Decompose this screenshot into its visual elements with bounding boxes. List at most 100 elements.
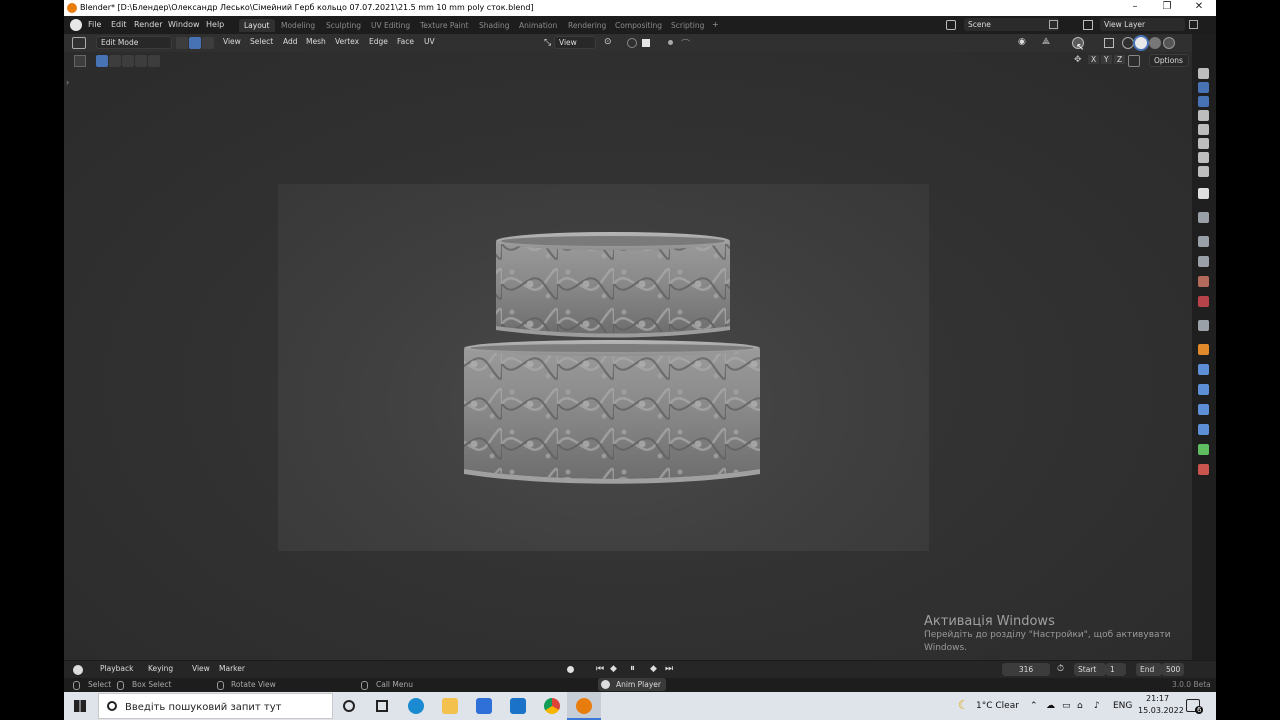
store-icon[interactable] [476,698,492,714]
xray-icon[interactable] [1104,38,1114,48]
edge-select-icon[interactable] [189,37,201,49]
prev-key-icon[interactable]: ◆ [610,664,617,674]
auto-merge-icon[interactable] [1128,55,1140,67]
minimize-button[interactable]: – [1128,1,1142,12]
cortana-icon[interactable] [343,700,355,712]
cloud-icon[interactable]: ☁ [1046,701,1055,711]
snap-icon[interactable] [627,38,637,48]
wedding-rings-model[interactable] [278,184,929,551]
collection-tab-icon[interactable] [1198,320,1209,331]
tab-texture-paint[interactable]: Texture Paint [415,19,473,32]
select-new-icon[interactable] [96,55,108,67]
clock-time[interactable]: 21:17 [1146,694,1169,703]
menu-file[interactable]: File [88,20,101,29]
menu-keying[interactable]: Keying [148,664,173,673]
rendered-shading-icon[interactable] [1163,37,1175,49]
menu-help[interactable]: Help [206,20,224,29]
tab-layout[interactable]: Layout [239,19,275,32]
falloff-icon[interactable]: ⌒ [681,37,690,50]
battery-icon[interactable]: ▭ [1062,701,1071,711]
snap-target-icon[interactable] [642,39,650,47]
tab-animation[interactable]: Animation [514,19,562,32]
pivot-point-icon[interactable]: ⊙ [604,37,612,47]
constraints-tab-icon[interactable] [1198,424,1209,435]
clock-date[interactable]: 15.03.2022 [1138,706,1184,715]
tab-shading[interactable]: Shading [474,19,514,32]
mirror-x-toggle[interactable]: X [1088,55,1100,64]
proportional-edit-icon[interactable] [668,40,673,45]
tab-uv-editing[interactable]: UV Editing [366,19,415,32]
pause-icon[interactable]: ⏸ [630,663,635,674]
volume-icon[interactable]: ♪ [1094,701,1100,711]
scene-tab-icon[interactable] [1198,276,1209,287]
scene-field[interactable]: Scene [964,18,1059,31]
options-dropdown[interactable]: Options [1149,54,1189,67]
menu-edit[interactable]: Edit [111,20,127,29]
tool-tab-icon[interactable] [1198,188,1209,199]
camera-icon[interactable] [1198,138,1209,149]
vertex-select-icon[interactable] [176,37,188,49]
tab-sculpting[interactable]: Sculpting [321,19,366,32]
new-view-layer-icon[interactable] [1189,20,1198,29]
particles-tab-icon[interactable] [1198,384,1209,395]
network-icon[interactable]: ⌂ [1077,701,1083,711]
camera-icon[interactable] [1198,152,1209,163]
timeline-editor-icon[interactable] [73,665,83,675]
task-view-icon[interactable] [376,700,388,712]
menu-uv[interactable]: UV [424,37,435,46]
start-icon[interactable] [74,700,86,712]
wireframe-shading-icon[interactable] [1122,37,1134,49]
language-indicator[interactable]: ENG [1113,701,1132,711]
end-frame-field[interactable]: 500 [1162,663,1184,676]
next-key-icon[interactable]: ◆ [650,664,657,674]
camera-icon[interactable] [1198,96,1209,107]
camera-icon[interactable] [1198,68,1209,79]
large-ring[interactable] [464,340,760,484]
mirror-z-toggle[interactable]: Z [1114,55,1126,64]
data-tab-icon[interactable] [1198,444,1209,455]
current-frame-field[interactable]: 316 [1002,663,1050,676]
modifier-tab-icon[interactable] [1198,364,1209,375]
tab-scripting[interactable]: Scripting [666,19,709,32]
toolbar-expand-icon[interactable]: › [66,78,69,87]
menu-mesh[interactable]: Mesh [306,37,326,46]
menu-marker[interactable]: Marker [219,664,245,673]
taskbar-search[interactable]: Введіть пошуковий запит тут [98,693,333,719]
menu-select[interactable]: Select [250,37,273,46]
object-tab-icon[interactable] [1198,344,1209,355]
tool-cursor-icon[interactable] [74,55,86,67]
jump-end-icon[interactable]: ⏭ [665,664,673,674]
view-layer-tab-icon[interactable] [1198,256,1209,267]
mirror-y-toggle[interactable]: Y [1101,55,1112,64]
select-extend-icon[interactable] [109,55,121,67]
solid-shading-icon[interactable] [1135,37,1147,49]
select-intersect-icon[interactable] [148,55,160,67]
tray-chevron-icon[interactable]: ⌃ [1030,701,1038,711]
render-tab-icon[interactable] [1198,212,1209,223]
start-frame-field[interactable]: 1 [1106,663,1126,676]
blender-menu-icon[interactable] [70,19,82,31]
new-scene-icon[interactable] [1049,20,1058,29]
visibility-icon[interactable]: ◉ [1018,37,1026,47]
jump-start-icon[interactable]: ⏮ [596,664,604,674]
select-invert-icon[interactable] [135,55,147,67]
mail-icon[interactable] [510,698,526,714]
camera-icon[interactable] [1198,110,1209,121]
tab-compositing[interactable]: Compositing [610,19,667,32]
small-ring[interactable] [496,232,730,338]
maximize-button[interactable]: ❐ [1160,1,1174,12]
menu-render[interactable]: Render [134,20,162,29]
3d-viewport[interactable]: › Активація Windows Перейдіть до розділу… [64,52,1192,660]
tab-rendering[interactable]: Rendering [563,19,611,32]
file-explorer-icon[interactable] [442,698,458,714]
menu-timeline-view[interactable]: View [192,664,210,673]
mode-dropdown[interactable]: Edit Mode [96,36,172,49]
close-button[interactable]: ✕ [1192,1,1206,12]
material-tab-icon[interactable] [1198,464,1209,475]
physics-tab-icon[interactable] [1198,404,1209,415]
menu-face[interactable]: Face [397,37,414,46]
output-tab-icon[interactable] [1198,236,1209,247]
blender-app-icon[interactable] [576,698,592,714]
orientation-dropdown[interactable]: View [554,36,596,49]
gizmo-icon[interactable]: ⟁ [1042,37,1050,47]
